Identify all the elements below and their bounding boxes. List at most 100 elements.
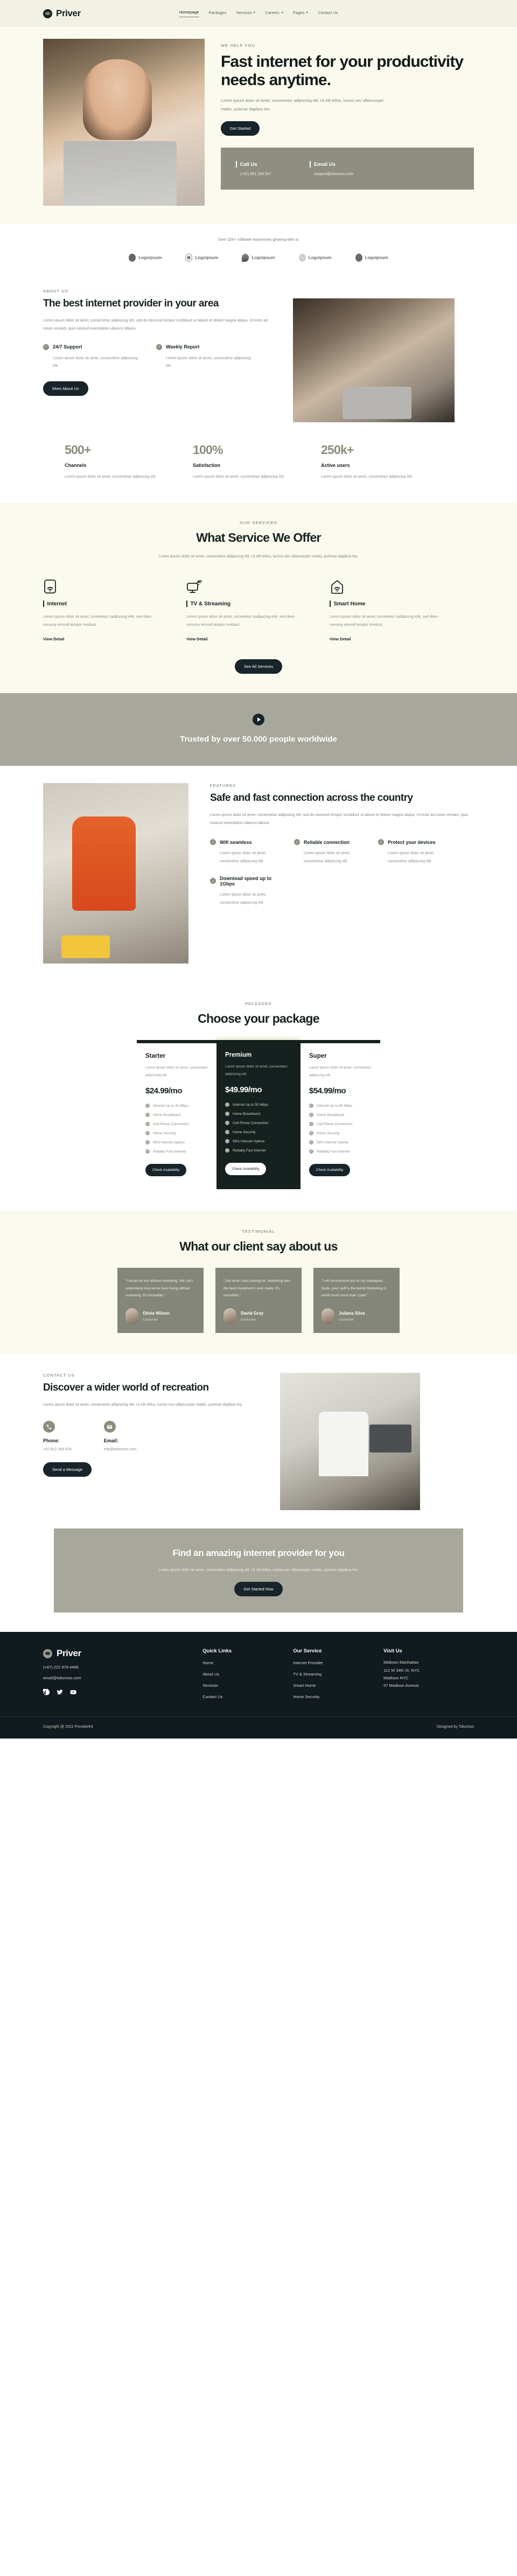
about-image xyxy=(293,298,455,422)
footer-link[interactable]: TV & Streaming xyxy=(293,1672,383,1677)
more-about-us-button[interactable]: More About Us xyxy=(43,381,88,396)
services-eyebrow: OUR SERVICES xyxy=(240,520,277,525)
view-detail-link[interactable]: View Detail xyxy=(186,637,207,641)
cta-body: Lorem ipsum dolor sit amet, consectetur … xyxy=(158,1568,359,1572)
testimonial-name: Juliana Silva xyxy=(339,1311,365,1316)
plan-feature: ✓ Reliably Fast Internet xyxy=(225,1148,292,1153)
email-us-label: Email Us xyxy=(313,161,336,167)
plan-feature-label: Internet Up to 35 Mbps xyxy=(153,1104,189,1108)
plan-feature: ✓ 99% Internet Uptime xyxy=(309,1140,372,1145)
nav-item-services[interactable]: Services xyxy=(236,10,256,17)
chevron-down-icon xyxy=(281,11,283,13)
plan-feature: ✓ Internet Up to 80 Mbps xyxy=(309,1104,372,1108)
twitter-icon[interactable] xyxy=(57,1688,63,1698)
about-feature-title: 24/7 Support xyxy=(53,344,82,350)
logo-item: Logoipsum xyxy=(185,254,218,262)
plan-feature-label: Home Security xyxy=(317,1131,340,1135)
check-icon: ✓ xyxy=(43,344,49,350)
plan-feature: ✓ Cell Phone Connection xyxy=(225,1121,292,1126)
get-started-now-button[interactable]: Get Started Now xyxy=(234,1582,283,1597)
tv-streaming-icon xyxy=(186,576,308,594)
plan-price: $54.99/mo xyxy=(309,1086,346,1096)
service-title: TV & Streaming xyxy=(190,601,230,607)
brand-logo[interactable]: Priver xyxy=(43,8,81,19)
call-us-value: (+62) 891 234 567 xyxy=(240,172,271,177)
logo-item: Logoipsum xyxy=(129,254,162,262)
footer-link[interactable]: Internet Provider xyxy=(293,1660,383,1665)
service-text: Lorem ipsum dolor sit amet, consetetur s… xyxy=(43,615,152,627)
nav-item-homepage[interactable]: Homepage xyxy=(179,10,199,17)
services-body: Lorem ipsum dolor sit amet, consectetur … xyxy=(158,554,359,559)
footer-column-quick-links: Quick Links Home About Us Services Conta… xyxy=(202,1648,293,1699)
youtube-icon[interactable] xyxy=(70,1688,76,1698)
feature-text: Lorem ipsum dolor sit amet, consectetur … xyxy=(220,892,267,905)
about-title: The best internet provider in your area xyxy=(43,298,219,309)
nav-item-packages[interactable]: Packages xyxy=(209,10,227,17)
facebook-icon[interactable] xyxy=(43,1687,50,1698)
check-icon: ✓ xyxy=(225,1148,229,1153)
plan-feature-label: Internet Up to 80 Mbps xyxy=(317,1104,353,1108)
logo-label: Logoipsum xyxy=(365,255,388,260)
plan-price: $49.99/mo xyxy=(225,1085,262,1095)
designed-by-text: Designed by Tokomoo xyxy=(436,1725,474,1729)
feature-text: Lorem ipsum dolor sit amet, consectetur … xyxy=(220,851,267,864)
testimonial-role: Costumer xyxy=(241,1318,256,1322)
footer-link[interactable]: Contact Us xyxy=(202,1694,293,1699)
check-icon: ✓ xyxy=(309,1104,313,1108)
check-icon: ✓ xyxy=(309,1131,313,1136)
nav-item-pages[interactable]: Pages xyxy=(292,10,309,17)
plan-feature-label: Cell Phone Connection xyxy=(233,1121,269,1125)
plan-feature-label: Home Broadband xyxy=(233,1112,260,1116)
footer-phone: (+67) 222 879 4468 xyxy=(43,1665,79,1670)
about-feature-title: Weekly Report xyxy=(166,344,200,350)
check-icon: ✓ xyxy=(156,344,162,350)
footer-link[interactable]: Smart Home xyxy=(293,1683,383,1688)
logoipsum-icon xyxy=(355,254,362,262)
feature-item: ✓ Protect your devices Lorem ipsum dolor … xyxy=(378,839,447,865)
plan-feature: ✓ Internet Up to 35 Mbps xyxy=(145,1104,208,1108)
check-icon: ✓ xyxy=(210,878,216,884)
testimonial-card: "Just what I was looking for. Marketing … xyxy=(215,1268,302,1334)
plan-description: Lorem ipsum dolor sit amet, consectetur … xyxy=(145,1065,208,1077)
footer-link[interactable]: Home Security xyxy=(293,1694,383,1699)
site-footer: Priver (+67) 222 879 4468 email@tokomoo.… xyxy=(0,1632,517,1739)
footer-link[interactable]: Home xyxy=(202,1660,293,1665)
plan-feature-label: Home Security xyxy=(153,1131,176,1135)
nav-label: Pages xyxy=(292,10,305,15)
plan-feature-label: 99% Internet Uptime xyxy=(317,1140,349,1144)
check-icon: ✓ xyxy=(145,1131,150,1136)
view-detail-link[interactable]: View Detail xyxy=(330,637,351,641)
plan-feature-list: ✓ Internet Up to 50 Mbps ✓ Home Broadband … xyxy=(225,1102,292,1153)
logoipsum-icon xyxy=(185,254,193,262)
check-availability-button[interactable]: Check Availability xyxy=(309,1164,351,1177)
packages-section: PACKAGES Choose your package Starter Lor… xyxy=(0,982,517,1211)
view-detail-link[interactable]: View Detail xyxy=(43,637,64,641)
logoipsum-icon xyxy=(129,254,136,262)
play-icon[interactable] xyxy=(253,713,264,725)
see-all-services-button[interactable]: See All Services xyxy=(234,659,283,674)
about-eyebrow: ABOUT US xyxy=(43,289,69,294)
footer-link[interactable]: Services xyxy=(202,1683,293,1688)
pricing-card-premium: Premium Lorem ipsum dolor sit amet, cons… xyxy=(216,1036,301,1190)
send-a-message-button[interactable]: Send a Message xyxy=(43,1462,92,1477)
footer-column-visit-us: Visit Us Midtown Manhattan 112 W 34th St… xyxy=(383,1648,474,1699)
contact-phone-block: Phone: +62 812 345 678 xyxy=(43,1421,72,1451)
check-availability-button[interactable]: Check Availability xyxy=(225,1163,267,1176)
email-us-block[interactable]: Email Us support@tokomoo.com xyxy=(310,161,353,176)
logo-icon xyxy=(43,9,52,18)
feature-text: Lorem ipsum dolor sit amet, consectetur … xyxy=(388,851,435,864)
nav-item-careers[interactable]: Careers xyxy=(265,10,283,17)
testimonial-name: David Gray xyxy=(241,1311,264,1316)
nav-label: Homepage xyxy=(179,10,199,15)
call-us-block[interactable]: Call Us (+62) 891 234 567 xyxy=(236,161,271,176)
logo-item: Logoipsum xyxy=(298,254,332,262)
get-started-button[interactable]: Get Started xyxy=(221,121,260,136)
plan-feature: ✓ 99% Internet Uptime xyxy=(225,1139,292,1144)
nav-item-contact-us[interactable]: Contact Us xyxy=(318,10,338,17)
hero-eyebrow: WE HELP YOU xyxy=(221,43,255,48)
plan-feature-label: Internet Up to 50 Mbps xyxy=(233,1102,269,1107)
footer-brand[interactable]: Priver xyxy=(43,1648,202,1659)
check-availability-button[interactable]: Check Availability xyxy=(145,1164,187,1177)
check-icon: ✓ xyxy=(145,1113,150,1118)
footer-link[interactable]: About Us xyxy=(202,1672,293,1677)
